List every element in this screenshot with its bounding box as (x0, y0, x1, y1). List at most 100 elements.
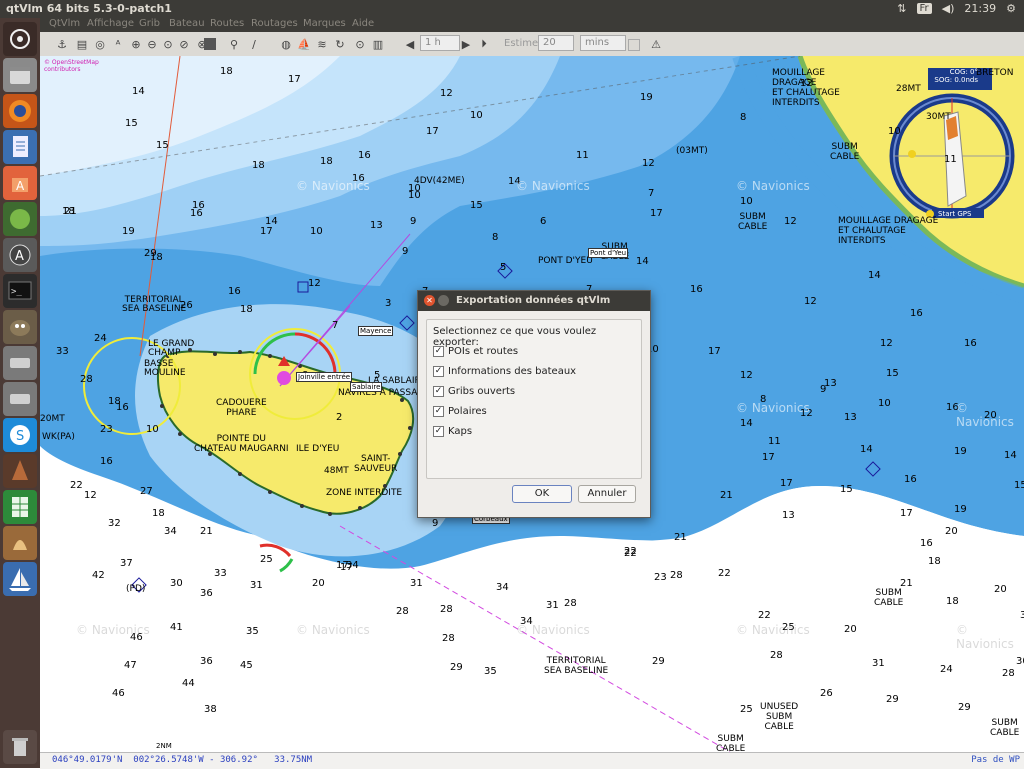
estime-checkbox[interactable] (628, 39, 640, 51)
checkbox-kaps[interactable]: ✓ (433, 425, 444, 437)
option-boat-info[interactable]: ✓ Informations des bateaux (433, 364, 576, 378)
menu-item-grib[interactable]: Grib (139, 18, 160, 29)
boat-icon[interactable]: ⛵ (296, 36, 312, 52)
drive-icon-2[interactable] (3, 382, 37, 416)
option-pois-routes[interactable]: ✓ POIs et routes (433, 344, 518, 358)
gimp-alt-icon[interactable] (3, 454, 37, 488)
step-forward-icon[interactable]: ▶ (458, 36, 474, 52)
step-back-icon[interactable]: ◀ (402, 36, 418, 52)
menu-item-bateau[interactable]: Bateau (169, 18, 205, 29)
option-kaps-label: Kaps (448, 425, 473, 437)
gnome-game-icon[interactable] (3, 202, 37, 236)
menu-item-aide[interactable]: Aide (352, 18, 374, 29)
depth-sounding: 11 (576, 150, 589, 161)
depth-sounding: 28 (80, 374, 93, 385)
checkbox-polaires[interactable]: ✓ (433, 405, 444, 417)
measure-tool-icon[interactable]: ∕ (246, 36, 262, 52)
drive-icon-1[interactable] (3, 346, 37, 380)
depth-sounding: 5 (500, 262, 506, 273)
zoom-fit-icon[interactable]: ⊙ (160, 36, 176, 52)
warning-icon[interactable]: ⚠ (648, 36, 664, 52)
menu-item-routes[interactable]: Routes (210, 18, 244, 29)
files-icon[interactable] (3, 58, 37, 92)
tag-sablaire[interactable]: Sablaire (350, 382, 383, 392)
cursor-coordinates: 046°49.0179'N 002°26.5748'W - 306.92° 33… (52, 755, 313, 765)
label-mouillage-2: MOUILLAGE DRAGAGE ET CHALUTAGE INTERDITS (838, 216, 939, 246)
network-arrows-icon[interactable]: ⇅ (897, 2, 906, 15)
dash-home-icon[interactable] (3, 22, 37, 56)
target-icon[interactable]: ⊙ (352, 36, 368, 52)
label-pd: (PD) (126, 584, 146, 594)
depth-sounding: 17 (900, 508, 913, 519)
globe-icon[interactable]: ◍ (278, 36, 294, 52)
checkbox-boat-info[interactable]: ✓ (433, 365, 444, 377)
volume-icon[interactable]: ◀) (942, 2, 955, 15)
option-polaires[interactable]: ✓ Polaires (433, 404, 487, 418)
navionics-watermark-4: © Navionics (736, 401, 810, 415)
qtvlm-app-icon[interactable] (3, 562, 37, 596)
stop-icon[interactable] (204, 38, 216, 50)
select-tool-icon[interactable]: ⚲ (226, 36, 242, 52)
start-gps-button[interactable]: Start GPS (936, 210, 974, 218)
tag-pont-dyeu[interactable]: Pont d'Yeu (588, 248, 629, 258)
tag-mayence[interactable]: Mayence (358, 326, 394, 336)
depth-sounding: 10 (470, 110, 483, 121)
zoom-out-icon[interactable]: ⊖ (144, 36, 160, 52)
svg-text:A: A (15, 249, 24, 264)
estime-unit-select[interactable]: mins (580, 35, 626, 51)
depth-sounding: 17 (340, 562, 353, 573)
depth-sounding: 8 (492, 232, 498, 243)
depth-sounding: 19 (954, 446, 967, 457)
grib-icon[interactable]: ◎ (92, 36, 108, 52)
sog-readout: SOG: 0.0nds (934, 76, 978, 84)
calc-spreadsheet-icon[interactable] (3, 490, 37, 524)
layers-icon[interactable]: ▥ (370, 36, 386, 52)
software-center-icon[interactable]: A (3, 166, 37, 200)
main-toolbar: ⚓ ▤ ◎ ᴬ ⊕ ⊖ ⊙ ⊘ ⊗ ⚲ ∕ ◍ ⛵ ≋ ↻ ⊙ ▥ ◀ 1 h … (40, 32, 1024, 57)
chart-icon[interactable]: ▤ (74, 36, 90, 52)
depth-sounding: 15 (156, 140, 169, 151)
checkbox-gribs[interactable]: ✓ (433, 385, 444, 397)
menu-item-affichage[interactable]: Affichage (87, 18, 134, 29)
menu-item-routages[interactable]: Routages (251, 18, 298, 29)
cancel-button[interactable]: Annuler (578, 485, 636, 503)
skype-icon[interactable]: S (3, 418, 37, 452)
estime-value-field[interactable]: 20 (538, 35, 574, 51)
zoom-in-icon[interactable]: ⊕ (128, 36, 144, 52)
dialog-minimize-icon[interactable] (438, 295, 449, 306)
depth-sounding: 15 (470, 200, 483, 211)
depth-sounding: 20 (312, 578, 325, 589)
trash-icon[interactable] (3, 730, 37, 764)
ubuntu-updater-icon[interactable]: A (3, 238, 37, 272)
depth-sounding: 27 (140, 486, 153, 497)
abc-icon[interactable]: ᴬ (110, 36, 126, 52)
dialog-title: Exportation données qtVlm (456, 295, 611, 306)
time-step-select[interactable]: 1 h (420, 35, 460, 51)
depth-sounding: 28 (440, 604, 453, 615)
checkbox-pois-routes[interactable]: ✓ (433, 345, 444, 357)
clock[interactable]: 21:39 (964, 2, 996, 15)
navionics-watermark-8: © Navionics (516, 623, 590, 637)
terminal-icon[interactable]: >_ (3, 274, 37, 308)
option-gribs[interactable]: ✓ Gribs ouverts (433, 384, 515, 398)
play-icon[interactable]: ⏵ (476, 36, 492, 52)
menu-item-qtvlm[interactable]: QtVlm (49, 18, 80, 29)
menu-item-marques[interactable]: Marques (303, 18, 346, 29)
inkscape-icon[interactable] (3, 526, 37, 560)
settings-gear-icon[interactable]: ⚙ (1006, 2, 1016, 15)
tag-entree[interactable]: Joinville entrée (296, 372, 353, 382)
wind-icon[interactable]: ≋ (314, 36, 330, 52)
refresh-icon[interactable]: ↻ (332, 36, 348, 52)
zoom-area-icon[interactable]: ⊘ (176, 36, 192, 52)
depth-sounding: 14 (740, 418, 753, 429)
option-kaps[interactable]: ✓ Kaps (433, 424, 472, 438)
label-cadouere: CADOUERE PHARE (216, 398, 267, 418)
ok-button[interactable]: OK (512, 485, 572, 503)
firefox-icon[interactable] (3, 94, 37, 128)
anchor-icon[interactable]: ⚓ (54, 36, 70, 52)
keyboard-layout-indicator[interactable]: Fr (916, 3, 932, 14)
writer-document-icon[interactable] (3, 130, 37, 164)
depth-sounding: 21 (674, 532, 687, 543)
gimp-icon[interactable] (3, 310, 37, 344)
dialog-close-icon[interactable]: ✕ (424, 295, 435, 306)
